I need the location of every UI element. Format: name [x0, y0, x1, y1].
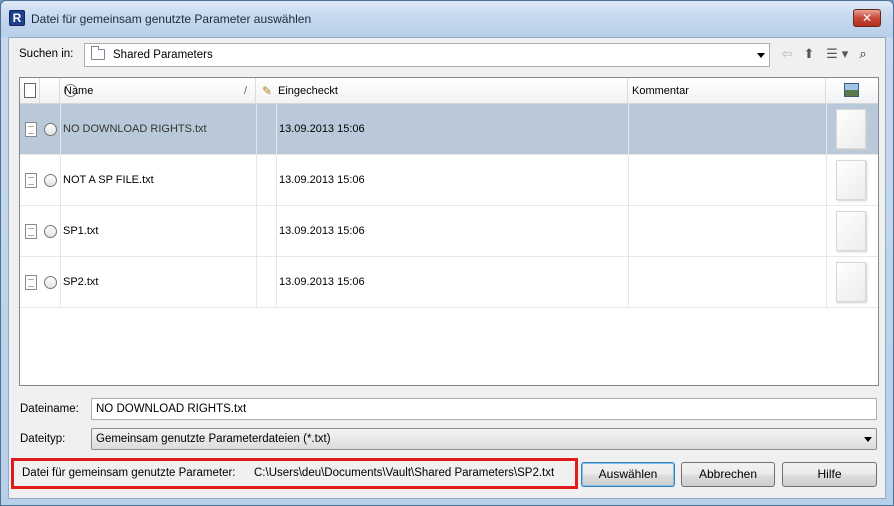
file-name: NO DOWNLOAD RIGHTS.txt: [63, 123, 207, 135]
column-divider: [628, 155, 629, 206]
column-header-icon[interactable]: [20, 78, 40, 104]
text-file-icon: [25, 275, 37, 290]
table-row[interactable]: SP1.txt 13.09.2013 15:06: [20, 206, 878, 257]
lookin-value: Shared Parameters: [113, 49, 213, 61]
filename-input[interactable]: NO DOWNLOAD RIGHTS.txt: [91, 398, 877, 420]
table-row[interactable]: SP2.txt 13.09.2013 15:06: [20, 257, 878, 308]
dialog-window: R Datei für gemeinsam genutzte Parameter…: [0, 0, 894, 506]
shared-parameter-label: Datei für gemeinsam genutzte Parameter:: [22, 467, 236, 479]
status-circle-icon: [44, 276, 57, 289]
filetype-value: Gemeinsam genutzte Parameterdateien (*.t…: [96, 433, 331, 445]
revit-app-icon: R: [9, 10, 25, 26]
file-thumbnail: [836, 211, 866, 251]
column-divider: [60, 257, 61, 308]
shared-parameter-highlight: Datei für gemeinsam genutzte Parameter: …: [11, 458, 578, 489]
column-divider: [256, 155, 257, 206]
column-divider: [826, 155, 827, 206]
cancel-button-label: Abbrechen: [698, 467, 758, 481]
folder-icon: [91, 46, 105, 60]
column-header-comment[interactable]: Kommentar: [628, 78, 826, 104]
column-divider: [276, 257, 277, 308]
file-thumbnail: [836, 160, 866, 200]
status-circle-icon: [44, 123, 57, 136]
file-name: NOT A SP FILE.txt: [63, 174, 154, 186]
column-divider: [256, 257, 257, 308]
column-comment-label: Kommentar: [632, 85, 689, 97]
filename-value: NO DOWNLOAD RIGHTS.txt: [96, 403, 247, 415]
column-divider: [628, 257, 629, 308]
file-name: SP1.txt: [63, 225, 99, 237]
column-divider: [60, 104, 61, 155]
back-arrow-icon[interactable]: ⇦: [779, 46, 795, 62]
text-file-icon: [25, 173, 37, 188]
column-checkedout-label: Eingecheckt: [278, 85, 338, 97]
column-divider: [256, 104, 257, 155]
filetype-label: Dateityp:: [20, 433, 66, 445]
file-thumbnail: [836, 262, 866, 302]
column-header-name[interactable]: Name /: [60, 78, 256, 104]
column-name-label: Name: [64, 85, 94, 97]
column-divider: [826, 206, 827, 257]
list-header: Name / Eingecheckt ✎ Kommentar: [20, 78, 878, 104]
file-list[interactable]: Name / Eingecheckt ✎ Kommentar NO DOWNLO…: [19, 77, 879, 386]
close-button[interactable]: ✕: [853, 9, 881, 27]
dialog-title: Datei für gemeinsam genutzte Parameter a…: [31, 12, 312, 26]
lookin-dropdown[interactable]: Shared Parameters: [84, 43, 770, 67]
file-thumbnail: [836, 109, 866, 149]
view-menu-arrow-icon[interactable]: ▾: [841, 46, 849, 62]
file-checkedout: 13.09.2013 15:06: [279, 174, 365, 186]
document-icon: [24, 83, 36, 98]
filetype-dropdown[interactable]: Gemeinsam genutzte Parameterdateien (*.t…: [91, 428, 877, 450]
dialog-client: Suchen in: Shared Parameters ⇦ ⬆ ☰ ▾ ⌕ N…: [8, 37, 886, 499]
status-circle-icon: [44, 225, 57, 238]
column-divider: [826, 104, 827, 155]
image-icon: [844, 83, 859, 97]
help-button-label: Hilfe: [817, 467, 842, 481]
column-divider: [60, 206, 61, 257]
column-header-thumbnail[interactable]: [826, 78, 878, 104]
select-button-label: Auswählen: [598, 467, 658, 481]
select-button[interactable]: Auswählen: [581, 462, 675, 487]
column-header-checkedout[interactable]: Eingecheckt: [256, 78, 628, 104]
up-folder-icon[interactable]: ⬆: [801, 46, 817, 62]
view-menu-icon[interactable]: ☰: [824, 46, 840, 62]
binoculars-icon[interactable]: ⌕: [855, 46, 871, 62]
help-button[interactable]: Hilfe: [782, 462, 877, 487]
column-divider: [276, 155, 277, 206]
text-file-icon: [25, 224, 37, 239]
text-file-icon: [25, 122, 37, 137]
column-divider: [276, 104, 277, 155]
pencil-icon: ✎: [262, 84, 273, 98]
file-checkedout: 13.09.2013 15:06: [279, 123, 365, 135]
file-checkedout: 13.09.2013 15:06: [279, 276, 365, 288]
cancel-button[interactable]: Abbrechen: [681, 462, 775, 487]
column-divider: [60, 155, 61, 206]
filename-label: Dateiname:: [20, 403, 79, 415]
column-divider: [256, 206, 257, 257]
column-divider: [276, 206, 277, 257]
column-header-status[interactable]: [40, 78, 77, 104]
title-bar[interactable]: R Datei für gemeinsam genutzte Parameter…: [1, 1, 893, 37]
column-divider: [628, 104, 629, 155]
file-name: SP2.txt: [63, 276, 99, 288]
chevron-down-icon: [757, 53, 765, 58]
table-row[interactable]: NO DOWNLOAD RIGHTS.txt 13.09.2013 15:06: [20, 104, 878, 155]
sort-indicator-icon: /: [244, 85, 248, 97]
column-divider: [628, 206, 629, 257]
table-row[interactable]: NOT A SP FILE.txt 13.09.2013 15:06: [20, 155, 878, 206]
status-circle-icon: [44, 174, 57, 187]
close-icon: ✕: [861, 11, 873, 25]
column-divider: [826, 257, 827, 308]
lookin-label: Suchen in:: [19, 48, 74, 60]
file-checkedout: 13.09.2013 15:06: [279, 225, 365, 237]
chevron-down-icon: [864, 437, 872, 442]
shared-parameter-path: C:\Users\deu\Documents\Vault\Shared Para…: [254, 467, 555, 479]
